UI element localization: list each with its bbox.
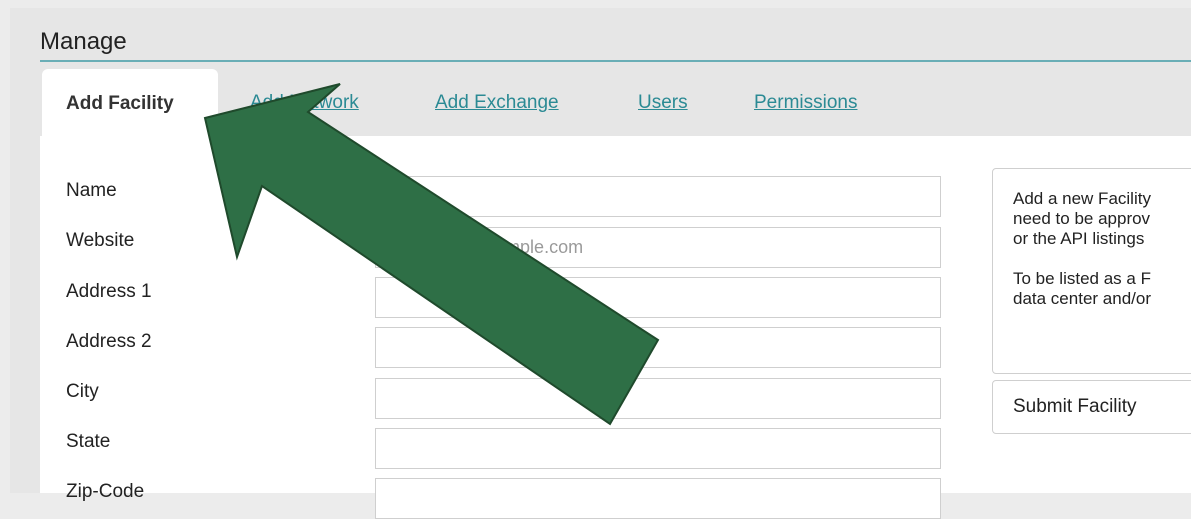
tab-add-facility[interactable]: Add Facility — [42, 69, 218, 139]
state-label: State — [66, 431, 111, 452]
info-line: or the API listings — [1013, 229, 1145, 248]
info-line: To be listed as a F — [1013, 269, 1151, 288]
state-field[interactable] — [375, 428, 941, 469]
info-line: data center and/or — [1013, 289, 1151, 308]
website-label: Website — [66, 230, 135, 251]
tab-users[interactable]: Users — [638, 92, 688, 114]
info-paragraph-2: To be listed as a F data center and/or — [1013, 269, 1191, 309]
name-label: Name — [66, 180, 117, 201]
info-paragraph-1: Add a new Facility need to be approv or … — [1013, 189, 1191, 249]
zip-code-field[interactable] — [375, 478, 941, 519]
tab-permissions[interactable]: Permissions — [754, 92, 857, 114]
info-line: Add a new Facility — [1013, 189, 1151, 208]
zip-code-label: Zip-Code — [66, 481, 145, 502]
info-box: Add a new Facility need to be approv or … — [992, 168, 1191, 374]
address2-field[interactable] — [375, 327, 941, 368]
info-line: need to be approv — [1013, 209, 1151, 228]
submit-facility-button[interactable]: Submit Facility — [992, 380, 1191, 434]
address1-label: Address 1 — [66, 281, 152, 302]
tab-add-exchange[interactable]: Add Exchange — [435, 92, 559, 114]
city-label: City — [66, 381, 99, 402]
tab-add-network[interactable]: Add Network — [250, 92, 359, 114]
website-field[interactable] — [375, 227, 941, 268]
address2-label: Address 2 — [66, 331, 152, 352]
address1-field[interactable] — [375, 277, 941, 318]
name-field[interactable] — [375, 176, 941, 217]
page-title: Manage — [40, 28, 127, 55]
city-field[interactable] — [375, 378, 941, 419]
